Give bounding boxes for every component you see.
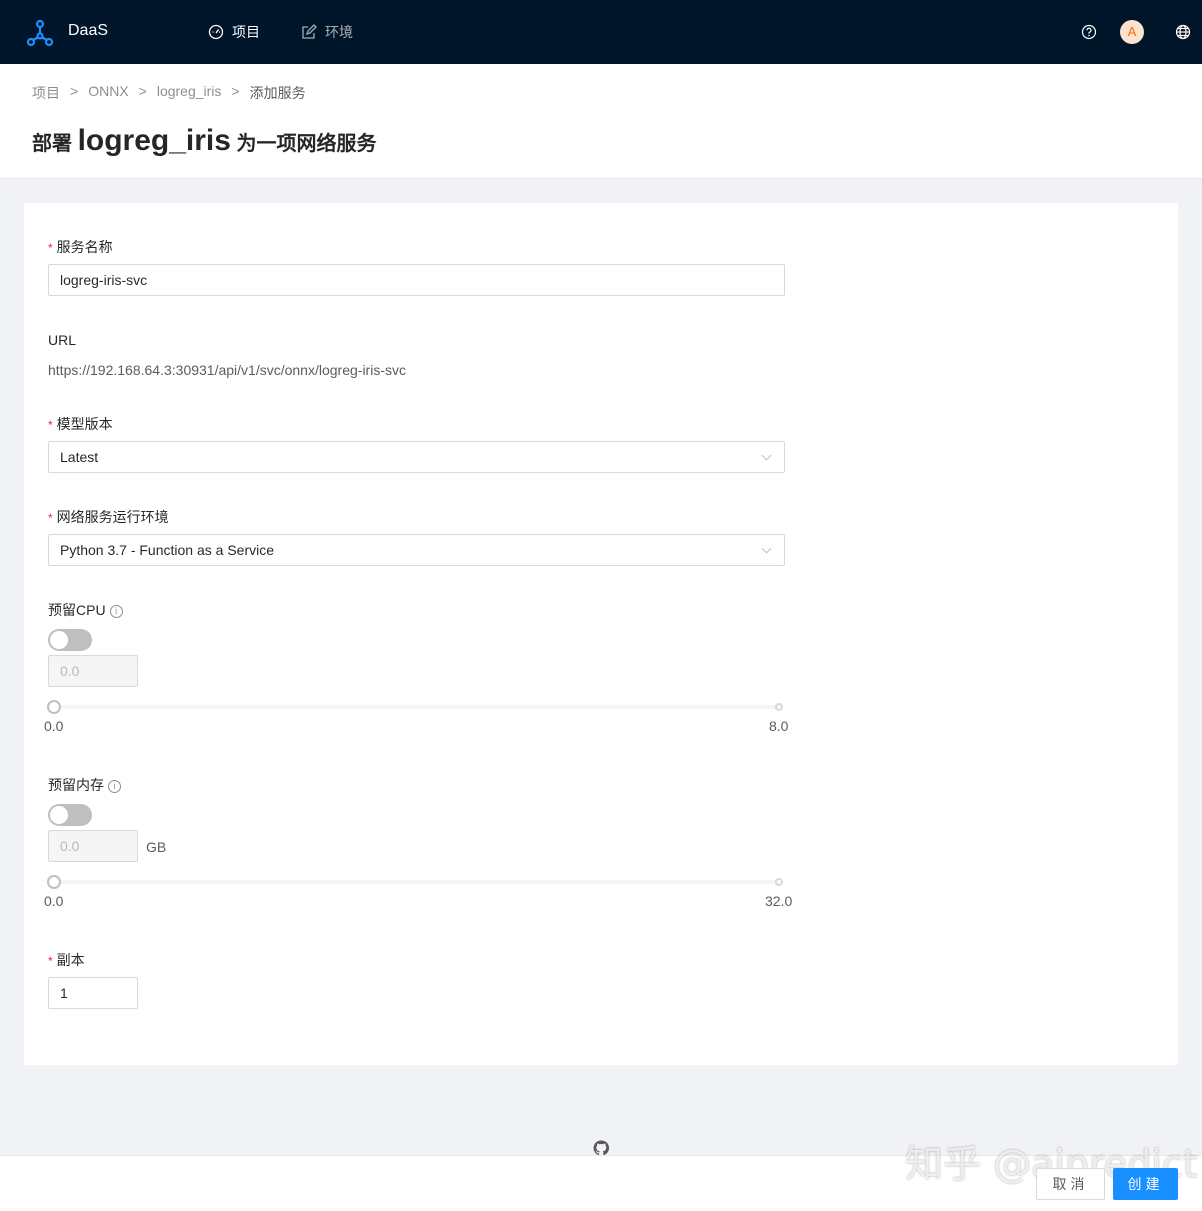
nav-environments-label: 环境 <box>325 24 353 40</box>
globe-icon[interactable] <box>1175 24 1191 40</box>
replicas-label: * 副本 <box>48 952 85 968</box>
breadcrumb-item-model[interactable]: logreg_iris <box>157 83 222 103</box>
cpu-toggle[interactable] <box>48 629 92 651</box>
required-mark: * <box>48 241 53 255</box>
memory-slider-max-label: 32.0 <box>765 893 793 909</box>
cancel-button[interactable]: 取消 <box>1036 1168 1105 1200</box>
nav-projects[interactable]: 项目 <box>208 22 260 42</box>
replicas-input[interactable]: 1 <box>48 977 138 1009</box>
url-label: URL <box>48 332 77 348</box>
cpu-slider-max-dot <box>775 703 783 711</box>
runtime-label: * 网络服务运行环境 <box>48 509 169 525</box>
breadcrumb: 项目 > ONNX > logreg_iris > 添加服务 <box>32 83 306 103</box>
info-icon[interactable]: i <box>109 605 123 618</box>
cpu-slider-handle[interactable] <box>47 700 61 714</box>
dashboard-icon <box>208 24 224 40</box>
info-icon[interactable]: i <box>108 780 121 793</box>
page-title-suffix: 为一项网络服务 <box>236 133 377 155</box>
memory-slider-rail[interactable] <box>54 880 779 884</box>
memory-toggle[interactable] <box>48 804 92 826</box>
required-mark: * <box>48 511 53 525</box>
memory-slider-max-dot <box>775 878 783 886</box>
cpu-slider-max-label: 8.0 <box>769 718 789 734</box>
avatar[interactable]: A <box>1120 20 1144 44</box>
page-title-model: logreg_iris <box>77 124 231 157</box>
breadcrumb-item-projects[interactable]: 项目 <box>32 83 60 103</box>
memory-slider-min-label: 0.0 <box>44 893 64 909</box>
url-value: https://192.168.64.3:30931/api/v1/svc/on… <box>48 362 406 378</box>
cpu-slider-min-label: 0.0 <box>44 718 64 734</box>
required-mark: * <box>48 418 53 432</box>
breadcrumb-separator: > <box>138 83 147 99</box>
breadcrumb-separator: > <box>231 83 240 99</box>
help-icon[interactable] <box>1081 24 1097 40</box>
nav-environments[interactable]: 环境 <box>301 22 353 42</box>
model-version-select[interactable]: Latest <box>48 441 785 473</box>
model-version-label: * 模型版本 <box>48 416 113 432</box>
github-icon[interactable] <box>593 1140 609 1156</box>
page-title: 部署 logreg_iris 为一项网络服务 <box>32 124 377 158</box>
memory-slider-handle[interactable] <box>47 875 61 889</box>
runtime-select[interactable]: Python 3.7 - Function as a Service <box>48 534 785 566</box>
edit-icon <box>302 24 317 39</box>
top-navbar: DaaS 项目 环境 A <box>0 0 1202 64</box>
memory-input[interactable]: 0.0 <box>48 830 138 862</box>
service-name-input[interactable]: logreg-iris-svc <box>48 264 785 296</box>
page-header: 项目 > ONNX > logreg_iris > 添加服务 部署 logreg… <box>0 64 1202 179</box>
logo-icon <box>26 19 54 47</box>
memory-unit: GB <box>146 839 167 855</box>
breadcrumb-separator: > <box>70 83 79 99</box>
required-mark: * <box>48 954 53 968</box>
nav-projects-label: 项目 <box>232 24 260 40</box>
cpu-input[interactable]: 0.0 <box>48 655 138 687</box>
deploy-form-card: * 服务名称 logreg-iris-svc URL https://192.16… <box>24 203 1178 1065</box>
app-name[interactable]: DaaS <box>68 22 108 40</box>
cpu-slider-rail[interactable] <box>54 705 779 709</box>
breadcrumb-item-current: 添加服务 <box>249 85 306 101</box>
page-title-prefix: 部署 <box>32 133 72 155</box>
memory-label: 预留内存 i <box>48 775 121 795</box>
cpu-label: 预留CPU i <box>48 600 123 620</box>
create-button[interactable]: 创建 <box>1113 1168 1178 1200</box>
breadcrumb-item-onnx[interactable]: ONNX <box>88 83 128 103</box>
service-name-label: * 服务名称 <box>48 239 113 255</box>
